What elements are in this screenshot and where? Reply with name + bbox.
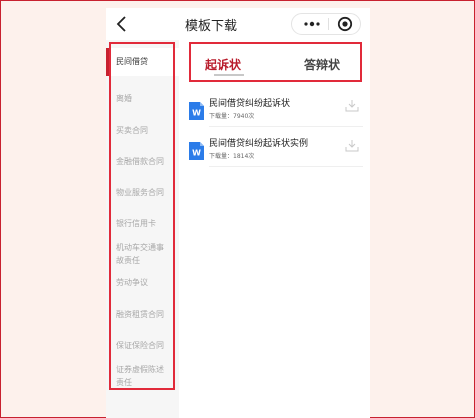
active-indicator — [106, 48, 109, 76]
category-sidebar: 民间借贷 离婚 买卖合同 金融借款合同 物业服务合同 银行信用卡 机动车交通事故… — [106, 40, 179, 418]
sidebar-item-lihun[interactable]: 离婚 — [106, 92, 179, 105]
sidebar-item-label: 物业服务合同 — [116, 188, 164, 197]
sidebar-item-label: 银行信用卡 — [116, 219, 156, 228]
tab-dabianzhuang[interactable]: 答辩状 — [304, 56, 340, 73]
download-count: 下载量：7940次 — [209, 113, 255, 120]
sidebar-item-laodong-zhengyi[interactable]: 劳动争议 — [106, 276, 179, 289]
sidebar-item-label: 证券虚假陈述责任 — [116, 365, 164, 387]
document-item[interactable]: W 民间借贷纠纷起诉状实例 下载量：1814次 — [189, 136, 370, 172]
sidebar-item-baozheng-baoxian[interactable]: 保证保险合同 — [106, 339, 179, 352]
target-circle-icon[interactable] — [337, 16, 353, 32]
capsule-divider — [328, 18, 329, 30]
page-title: 模板下载 — [106, 15, 316, 34]
more-dots-icon[interactable] — [302, 18, 322, 30]
sidebar-item-label: 买卖合同 — [116, 126, 148, 135]
sidebar-item-label: 机动车交通事故责任 — [116, 243, 164, 265]
top-bar: 模板下载 — [106, 8, 370, 40]
item-divider — [209, 126, 363, 127]
page-title-text: 模板下载 — [184, 19, 237, 34]
word-doc-icon: W — [189, 142, 204, 160]
download-icon[interactable] — [345, 139, 359, 153]
document-title: 民间借贷纠纷起诉状实例 — [209, 139, 309, 149]
sidebar-item-maimai-hetong[interactable]: 买卖合同 — [106, 124, 179, 137]
item-divider — [209, 166, 363, 167]
word-doc-icon: W — [189, 102, 204, 120]
capsule-menu — [291, 13, 361, 35]
sidebar-item-wuye-fuwu[interactable]: 物业服务合同 — [106, 186, 179, 199]
sidebar-item-label: 劳动争议 — [116, 278, 148, 287]
sidebar-item-jinrong-jiekuan[interactable]: 金融借款合同 — [106, 155, 179, 168]
sidebar-item-label: 融资租赁合同 — [116, 310, 164, 319]
sidebar-item-rongzi-zulin[interactable]: 融资租赁合同 — [106, 308, 179, 321]
sidebar-item-minjian-jiedai[interactable]: 民间借贷 — [106, 48, 179, 76]
document-item[interactable]: W 民间借贷纠纷起诉状 下载量：7940次 — [189, 96, 370, 132]
phone-screen: 模板下载 民间借贷 离婚 买卖合同 金融借款合同 物业服务合同 银行信用卡 机动… — [106, 8, 370, 418]
svg-text:W: W — [192, 149, 201, 158]
tab-underline — [214, 74, 244, 76]
sidebar-item-label: 离婚 — [116, 94, 132, 103]
download-count: 下载量：1814次 — [209, 153, 255, 160]
document-title: 民间借贷纠纷起诉状 — [209, 99, 291, 109]
sidebar-item-zhengquan[interactable]: 证券虚假陈述责任 — [106, 363, 172, 389]
sidebar-item-jidongche[interactable]: 机动车交通事故责任 — [106, 241, 172, 267]
sidebar-item-label: 保证保险合同 — [116, 341, 164, 350]
download-icon[interactable] — [345, 99, 359, 113]
svg-text:W: W — [192, 109, 201, 118]
sidebar-item-yinhang-xinyongka[interactable]: 银行信用卡 — [106, 217, 179, 230]
sidebar-item-label: 金融借款合同 — [116, 157, 164, 166]
tab-qisuzhuang[interactable]: 起诉状 — [205, 56, 241, 73]
tabs-highlight-frame: 起诉状 答辩状 — [189, 42, 362, 82]
sidebar-item-label: 民间借贷 — [116, 57, 148, 66]
